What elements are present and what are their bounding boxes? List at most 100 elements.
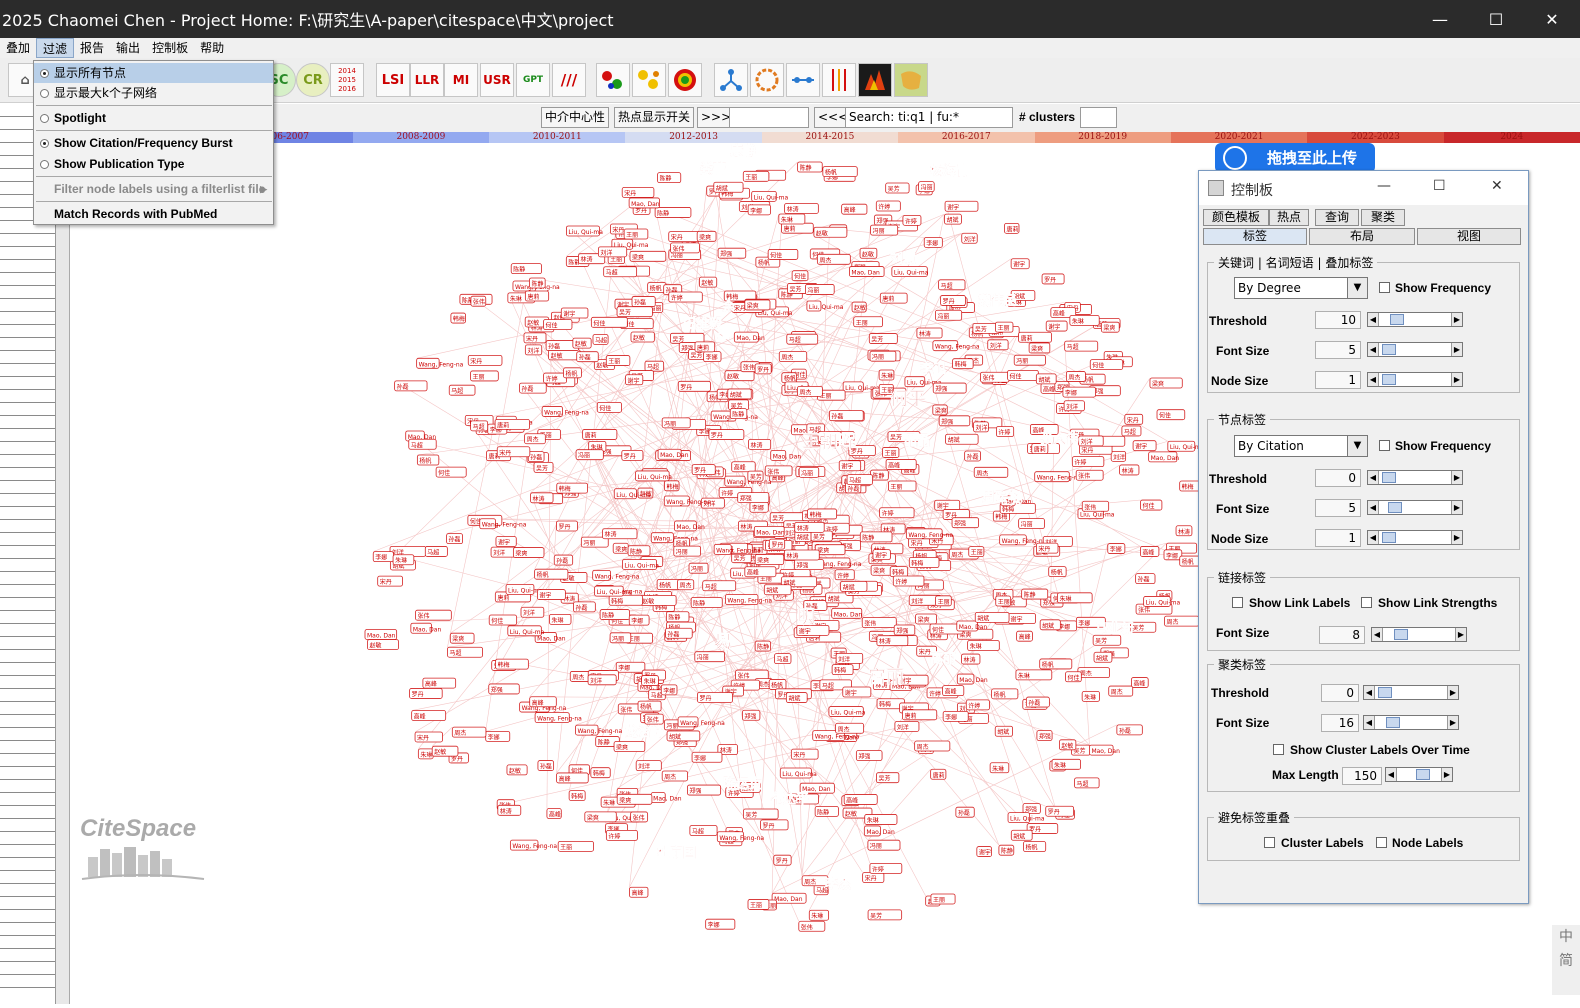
- show-publication-type-item[interactable]: Show Publication Type: [34, 154, 273, 174]
- list-row[interactable]: [0, 338, 55, 351]
- list-row[interactable]: [0, 598, 55, 611]
- node-show-frequency-checkbox[interactable]: [1379, 440, 1390, 451]
- major-node-label[interactable]: 余: [721, 299, 736, 315]
- mi-button[interactable]: MI: [444, 63, 478, 97]
- lsi-button[interactable]: LSI: [376, 63, 410, 97]
- list-row[interactable]: [0, 286, 55, 299]
- major-node-label[interactable]: 娄蕾: [700, 161, 726, 177]
- clusters-input[interactable]: [1080, 107, 1117, 128]
- upload-badge[interactable]: 拖拽至此上传: [1215, 143, 1375, 173]
- tab-color-scheme[interactable]: 颜色模板: [1203, 209, 1269, 226]
- list-row[interactable]: [0, 637, 55, 650]
- list-row[interactable]: [0, 897, 55, 910]
- tab-query[interactable]: 查询: [1315, 209, 1359, 226]
- usr-button[interactable]: USR: [480, 63, 514, 97]
- list-row[interactable]: [0, 520, 55, 533]
- list-row[interactable]: [0, 910, 55, 923]
- menu-filter[interactable]: 过滤: [36, 38, 74, 58]
- major-node-label[interactable]: 布达平: [770, 791, 809, 807]
- heatmap-icon[interactable]: [858, 63, 892, 97]
- menu-export[interactable]: 输出: [110, 38, 146, 58]
- list-row[interactable]: [0, 468, 55, 481]
- list-row[interactable]: [0, 728, 55, 741]
- list-row[interactable]: [0, 793, 55, 806]
- list-row[interactable]: [0, 715, 55, 728]
- list-row[interactable]: [0, 377, 55, 390]
- major-node-label[interactable]: 宫丽: [868, 666, 904, 688]
- cluster-colors-icon[interactable]: [596, 63, 630, 97]
- list-row[interactable]: [0, 416, 55, 429]
- tab-cluster[interactable]: 聚类: [1361, 209, 1405, 226]
- rings-icon[interactable]: [668, 63, 702, 97]
- llr-button[interactable]: LLR: [410, 63, 444, 97]
- list-row[interactable]: [0, 780, 55, 793]
- list-row[interactable]: [0, 611, 55, 624]
- minimize-icon[interactable]: —: [1377, 178, 1391, 194]
- list-row[interactable]: [0, 702, 55, 715]
- filter-input[interactable]: [729, 107, 809, 128]
- node-threshold-slider[interactable]: ◀▶: [1367, 470, 1463, 485]
- keyword-threshold-slider[interactable]: ◀▶: [1367, 312, 1463, 327]
- list-row[interactable]: [0, 455, 55, 468]
- tab-layout[interactable]: 布局: [1309, 228, 1415, 245]
- show-burst-item[interactable]: Show Citation/Frequency Burst: [34, 133, 273, 153]
- major-node-label[interactable]: 王朝晖: [802, 431, 856, 453]
- list-row[interactable]: [0, 819, 55, 832]
- list-row[interactable]: [0, 481, 55, 494]
- list-row[interactable]: [0, 650, 55, 663]
- list-row[interactable]: [0, 429, 55, 442]
- major-node-label[interactable]: 张大伟: [1040, 431, 1079, 447]
- list-row[interactable]: [0, 325, 55, 338]
- time-zone-button[interactable]: 2014 2015 2016: [330, 63, 364, 97]
- gpt-button[interactable]: GPT: [516, 63, 550, 97]
- major-node-label[interactable]: 晶晶: [904, 434, 930, 449]
- list-row[interactable]: [0, 559, 55, 572]
- major-node-label[interactable]: 刘慧: [890, 251, 916, 267]
- list-row[interactable]: [0, 884, 55, 897]
- major-node-label[interactable]: 陈运贞: [723, 776, 762, 792]
- show-link-labels-checkbox[interactable]: [1232, 597, 1243, 608]
- list-row[interactable]: [0, 624, 55, 637]
- cluster-labels-overlap-checkbox[interactable]: [1264, 837, 1275, 848]
- maximize-icon[interactable]: ☐: [1468, 0, 1524, 38]
- list-row[interactable]: [0, 234, 55, 247]
- major-node-label[interactable]: 易: [714, 632, 732, 653]
- cluster-lines-button[interactable]: ///: [552, 63, 586, 97]
- major-node-label[interactable]: 马业新: [1095, 621, 1134, 637]
- list-row[interactable]: [0, 806, 55, 819]
- menu-overlay[interactable]: 叠加: [0, 38, 36, 58]
- list-row[interactable]: [0, 689, 55, 702]
- list-row[interactable]: [0, 663, 55, 676]
- major-node-label[interactable]: 杜宇国: [657, 845, 696, 861]
- major-node-label[interactable]: 李卫: [919, 361, 946, 377]
- match-pubmed-item[interactable]: Match Records with PubMed: [34, 204, 273, 224]
- keyword-nodesize-slider[interactable]: ◀▶: [1367, 372, 1463, 387]
- cluster-maxlen-slider[interactable]: ◀▶: [1385, 767, 1453, 782]
- list-row[interactable]: [0, 572, 55, 585]
- timezone-view-icon[interactable]: [822, 63, 856, 97]
- list-row[interactable]: [0, 923, 55, 936]
- keyword-fontsize-slider[interactable]: ◀▶: [1367, 342, 1463, 357]
- major-node-label[interactable]: 康静: [730, 143, 756, 159]
- list-row[interactable]: [0, 507, 55, 520]
- node-list-panel[interactable]: [0, 104, 56, 1004]
- hotspot-toggle-button[interactable]: 热点显示开关: [614, 107, 694, 128]
- list-row[interactable]: [0, 494, 55, 507]
- timeline-view-icon[interactable]: [786, 63, 820, 97]
- node-nodesize-slider[interactable]: ◀▶: [1367, 530, 1463, 545]
- list-row[interactable]: [0, 390, 55, 403]
- list-row[interactable]: [0, 962, 55, 975]
- list-row[interactable]: [0, 767, 55, 780]
- list-row[interactable]: [0, 858, 55, 871]
- list-row[interactable]: [0, 403, 55, 416]
- tab-hotspot[interactable]: 热点: [1269, 209, 1309, 226]
- major-node-label[interactable]: 高丽: [930, 651, 956, 667]
- major-node-label[interactable]: 魏伟民: [977, 293, 1017, 309]
- cluster-over-time-checkbox[interactable]: [1273, 744, 1284, 755]
- list-row[interactable]: [0, 832, 55, 845]
- menu-report[interactable]: 报告: [74, 38, 110, 58]
- list-row[interactable]: [0, 546, 55, 559]
- list-row[interactable]: [0, 676, 55, 689]
- menu-help[interactable]: 帮助: [194, 38, 230, 58]
- list-row[interactable]: [0, 741, 55, 754]
